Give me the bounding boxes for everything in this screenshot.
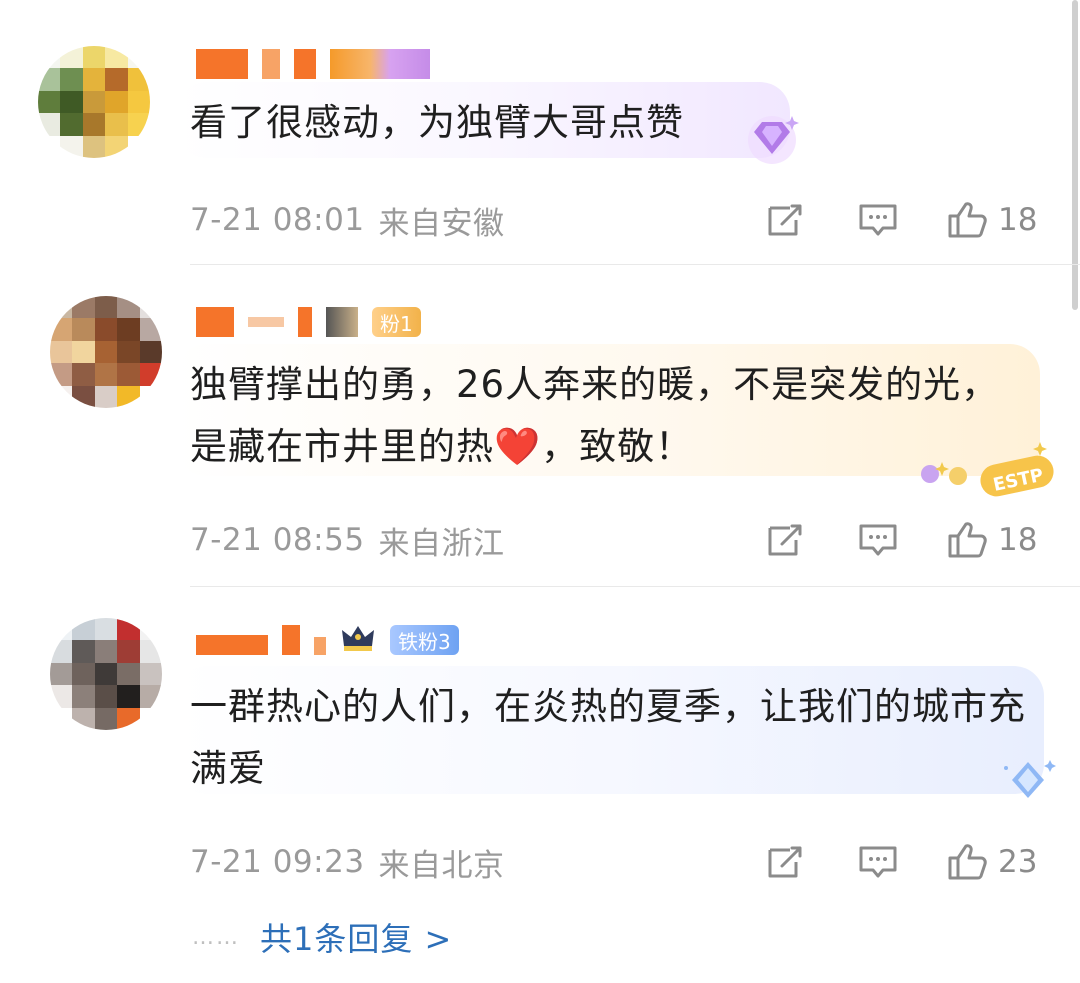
like-count: 23 xyxy=(998,844,1038,880)
view-replies-link[interactable]: 共1条回复 > xyxy=(260,914,452,960)
comment-text: 一群热心的人们，在炎热的夏季，让我们的城市充满爱 xyxy=(190,685,1026,790)
fan-badge[interactable]: 铁粉3 xyxy=(390,625,459,655)
avatar[interactable] xyxy=(50,618,162,730)
comment-bubble: 一群热心的人们，在炎热的夏季，让我们的城市充满爱 xyxy=(176,666,1044,794)
comment-time: 7-21 09:23 xyxy=(190,844,365,880)
crown-icon xyxy=(340,622,376,658)
comment-icon[interactable] xyxy=(858,844,898,880)
reply-row[interactable]: …… 共1条回复 > xyxy=(192,912,452,962)
comment-item-3: 铁粉3 一群热心的人们，在炎热的夏季，让我们的城市充满爱 7-21 09:23 … xyxy=(0,0,1080,983)
username-pixelated[interactable]: 铁粉3 xyxy=(196,622,459,658)
comment-location: 来自北京 xyxy=(378,847,505,884)
comment-meta: 7-21 09:23 来自北京 23 xyxy=(190,840,1042,884)
reply-dots: …… xyxy=(192,924,240,950)
blue-diamond-icon xyxy=(998,756,1060,812)
repost-icon[interactable] xyxy=(766,844,806,880)
thumbs-up-icon[interactable] xyxy=(946,842,990,882)
